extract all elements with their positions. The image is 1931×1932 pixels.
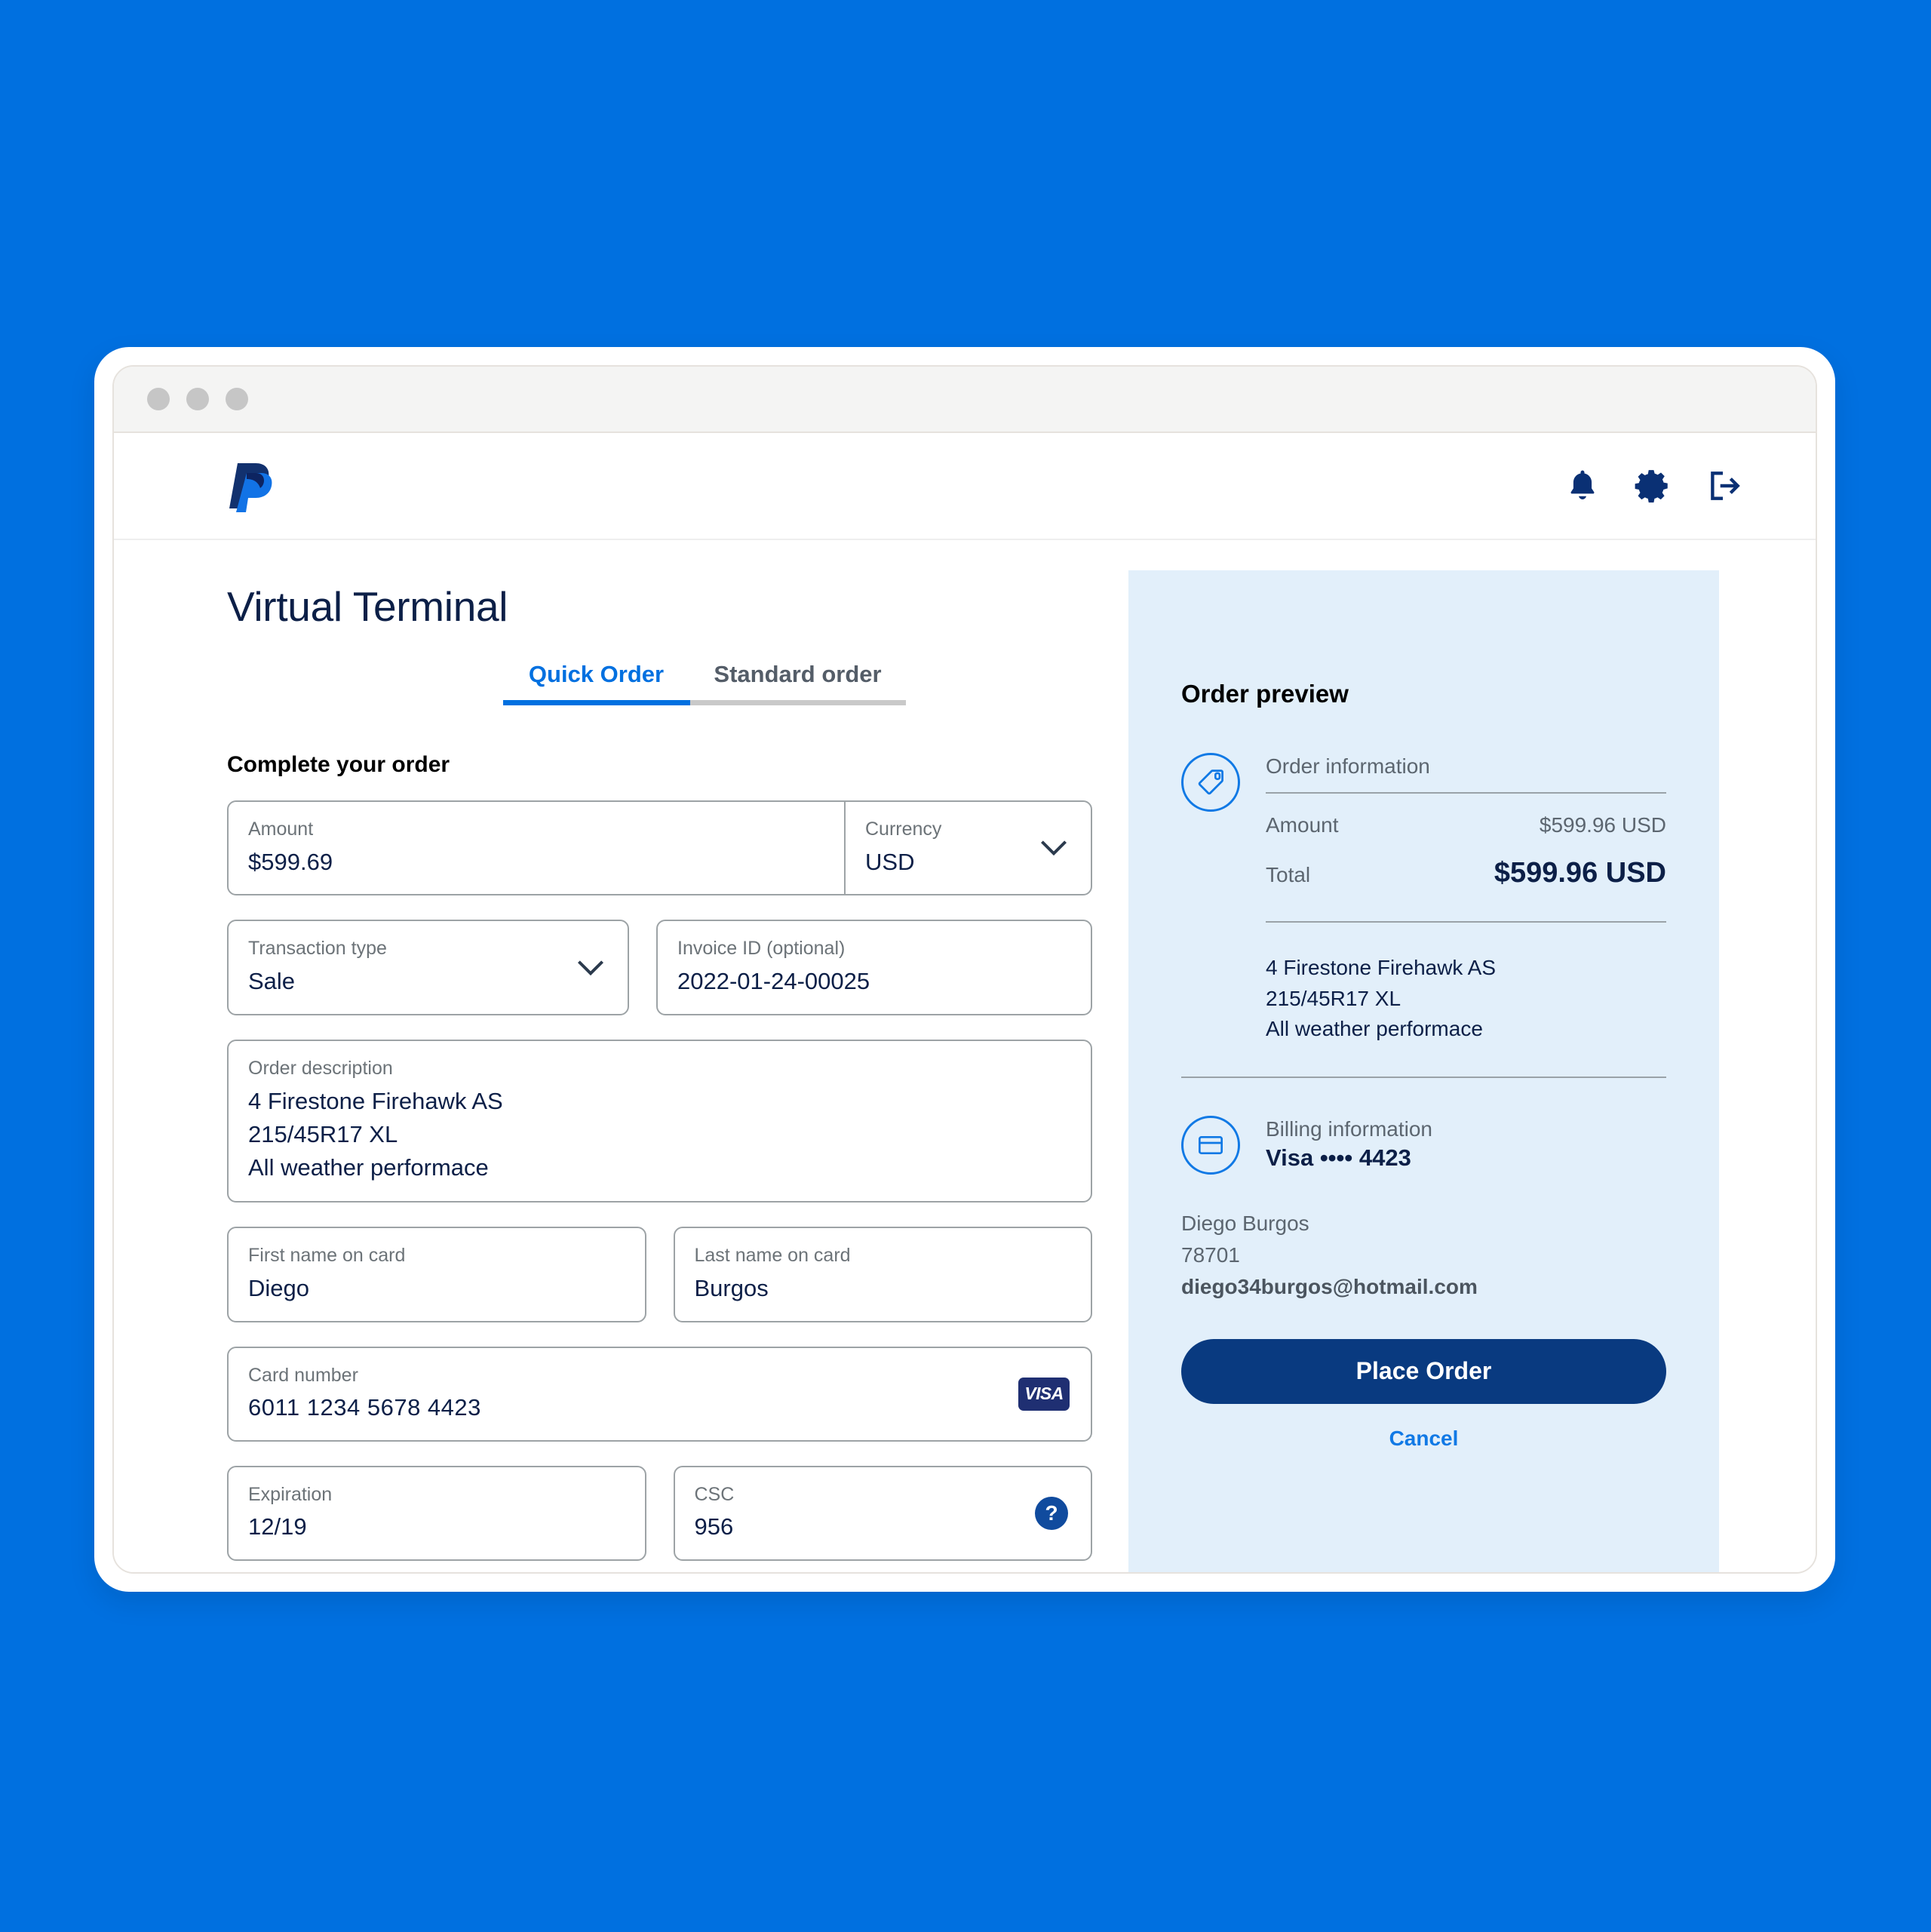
order-information-block: Order information Amount $599.96 USD Tot…: [1181, 750, 1666, 1045]
close-dot[interactable]: [147, 388, 170, 410]
price-tag-glyph: [1198, 769, 1223, 795]
csc-help-icon[interactable]: ?: [1035, 1497, 1068, 1531]
preview-item-lines: 4 Firestone Firehawk AS 215/45R17 XL All…: [1266, 953, 1666, 1045]
page-content: Virtual Terminal Quick Order Standard or…: [114, 540, 1816, 1572]
billing-information-caption: Billing information: [1266, 1117, 1432, 1141]
minimize-dot[interactable]: [186, 388, 209, 410]
card-number-label: Card number: [248, 1364, 358, 1386]
expiration-csc-row: Expiration 12/19 CSC 956 ?: [227, 1465, 1092, 1562]
place-order-button[interactable]: Place Order: [1181, 1338, 1666, 1404]
browser-window-inner: Virtual Terminal Quick Order Standard or…: [112, 365, 1817, 1574]
browser-titlebar: [114, 367, 1816, 433]
paypal-logo[interactable]: [227, 459, 274, 512]
billing-zip: 78701: [1181, 1242, 1240, 1267]
order-preview-panel: Order preview Order information Amount $…: [1128, 570, 1719, 1572]
amount-field[interactable]: Amount $599.69: [229, 802, 844, 894]
preview-amount-value: $599.96 USD: [1539, 813, 1666, 837]
order-type-tabs: Quick Order Standard order: [227, 661, 1092, 705]
sign-out-icon[interactable]: [1705, 467, 1743, 505]
card-number-value: 6011 1234 5678 4423: [248, 1394, 481, 1421]
currency-select[interactable]: Currency USD: [844, 802, 1091, 895]
card-number-field[interactable]: Card number 6011 1234 5678 4423 VISA: [227, 1346, 1092, 1442]
paypal-logo-icon: [229, 463, 272, 512]
preview-amount-row: Amount $599.96 USD: [1266, 813, 1666, 837]
chevron-down-icon: [1040, 840, 1067, 856]
divider: [1181, 1076, 1666, 1078]
billing-information-block: Billing information Visa •••• 4423: [1181, 1113, 1666, 1175]
app-header: [114, 433, 1816, 540]
amount-currency-group: Amount $599.69 Currency USD: [227, 800, 1092, 896]
maximize-dot[interactable]: [226, 388, 248, 410]
preview-item-line-2: 215/45R17 XL: [1266, 986, 1401, 1010]
form-section-title: Complete your order: [227, 752, 450, 777]
order-form-column: Quick Order Standard order Complete your…: [227, 661, 1092, 1572]
currency-label: Currency: [865, 819, 942, 840]
billing-card-value: Visa •••• 4423: [1266, 1144, 1411, 1171]
expiration-label: Expiration: [248, 1483, 333, 1505]
expiration-value: 12/19: [248, 1513, 307, 1540]
invoice-id-field[interactable]: Invoice ID (optional) 2022-01-24-00025: [656, 920, 1092, 1015]
name-row: First name on card Diego Last name on ca…: [227, 1227, 1092, 1322]
preview-amount-label: Amount: [1266, 813, 1339, 837]
invoice-id-value: 2022-01-24-00025: [677, 967, 870, 994]
transaction-invoice-row: Transaction type Sale Invoice ID (option…: [227, 920, 1092, 1015]
browser-window: Virtual Terminal Quick Order Standard or…: [94, 347, 1835, 1592]
transaction-type-label: Transaction type: [248, 938, 387, 960]
order-description-label: Order description: [248, 1057, 393, 1079]
billing-information-body: Billing information Visa •••• 4423: [1266, 1113, 1666, 1175]
order-description-line-3: All weather performace: [248, 1154, 489, 1181]
csc-field[interactable]: CSC 956 ?: [673, 1465, 1092, 1562]
chevron-down-icon: [577, 960, 604, 975]
preview-item-line-3: All weather performace: [1266, 1017, 1483, 1041]
notifications-icon[interactable]: [1564, 467, 1601, 505]
amount-value: $599.69: [248, 848, 333, 875]
preview-total-value: $599.96 USD: [1494, 857, 1666, 889]
page-title: Virtual Terminal: [227, 583, 508, 630]
transaction-type-value: Sale: [248, 967, 296, 994]
billing-email: diego34burgos@hotmail.com: [1181, 1274, 1478, 1298]
first-name-label: First name on card: [248, 1245, 406, 1267]
price-tag-icon: [1181, 753, 1240, 812]
visa-badge-label: VISA: [1024, 1384, 1064, 1404]
csc-value: 956: [694, 1513, 734, 1540]
order-information-caption: Order information: [1266, 754, 1430, 778]
credit-card-icon: [1181, 1115, 1240, 1175]
divider: [1266, 921, 1666, 923]
invoice-id-label: Invoice ID (optional): [677, 938, 846, 960]
preview-total-label: Total: [1266, 863, 1311, 886]
order-description-field[interactable]: Order description 4 Firestone Firehawk A…: [227, 1039, 1092, 1203]
last-name-value: Burgos: [694, 1274, 769, 1301]
settings-icon[interactable]: [1635, 467, 1672, 505]
order-preview-title: Order preview: [1181, 680, 1349, 708]
first-name-field[interactable]: First name on card Diego: [227, 1227, 646, 1322]
credit-card-glyph: [1199, 1135, 1223, 1154]
preview-total-row: Total $599.96 USD: [1266, 857, 1666, 889]
csc-label: CSC: [694, 1483, 735, 1505]
expiration-field[interactable]: Expiration 12/19: [227, 1465, 646, 1562]
visa-card-icon: VISA: [1018, 1377, 1070, 1411]
order-information-body: Order information Amount $599.96 USD Tot…: [1266, 750, 1666, 1045]
first-name-value: Diego: [248, 1274, 309, 1301]
order-description-line-1: 4 Firestone Firehawk AS: [248, 1088, 503, 1115]
header-icon-group: [1564, 467, 1743, 505]
last-name-label: Last name on card: [694, 1245, 851, 1267]
divider: [1266, 792, 1666, 794]
last-name-field[interactable]: Last name on card Burgos: [673, 1227, 1092, 1322]
preview-item-line-1: 4 Firestone Firehawk AS: [1266, 956, 1497, 979]
transaction-type-select[interactable]: Transaction type Sale: [227, 920, 629, 1015]
cancel-button[interactable]: Cancel: [1181, 1427, 1666, 1451]
tab-standard-order[interactable]: Standard order: [689, 661, 906, 705]
amount-label: Amount: [248, 819, 314, 840]
billing-name: Diego Burgos: [1181, 1211, 1309, 1235]
billing-person-details: Diego Burgos 78701 diego34burgos@hotmail…: [1181, 1208, 1666, 1303]
order-description-line-2: 215/45R17 XL: [248, 1121, 398, 1148]
tab-quick-order[interactable]: Quick Order: [502, 661, 690, 705]
